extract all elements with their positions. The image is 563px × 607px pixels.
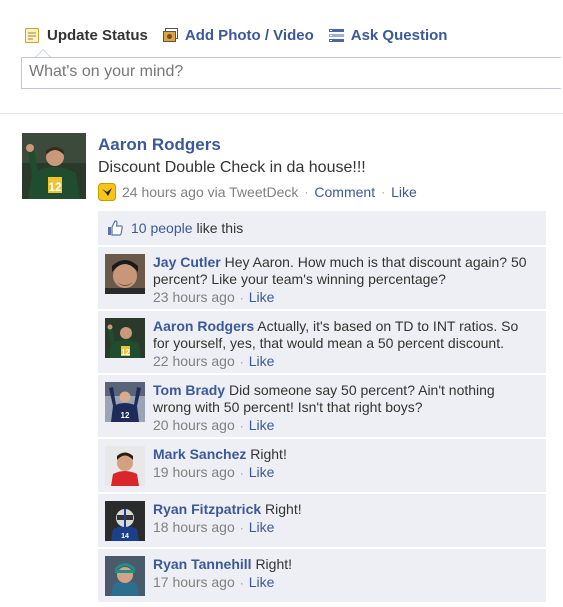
feed-divider xyxy=(0,113,563,114)
separator-dot: · xyxy=(239,576,244,590)
comment-meta: 17 hours ago · Like xyxy=(153,574,533,592)
commenter-avatar[interactable]: 12 xyxy=(105,382,145,422)
feedback-section: 10 people like this Jay Cutler Hey Aaron… xyxy=(98,211,546,604)
thumbs-up-icon xyxy=(106,219,124,237)
tab-update-status-label: Update Status xyxy=(47,26,148,44)
separator-dot: · xyxy=(304,185,309,199)
svg-text:12: 12 xyxy=(121,348,130,357)
comment-item: Mark Sanchez Right! 19 hours ago · Like xyxy=(98,439,546,492)
commenter-avatar[interactable] xyxy=(105,446,145,486)
comment-item: 12 Tom Brady Did someone say 50 percent?… xyxy=(98,375,546,437)
commenter-avatar[interactable]: 14 xyxy=(105,501,145,541)
comment-meta: 18 hours ago · Like xyxy=(153,519,533,537)
commenter-name[interactable]: Ryan Tannehill xyxy=(153,556,252,572)
story-time: 24 hours ago via TweetDeck xyxy=(122,184,299,200)
tab-add-photo-video[interactable]: Add Photo / Video xyxy=(162,27,314,44)
separator-dot: · xyxy=(239,419,244,433)
comment-like-link[interactable]: Like xyxy=(249,353,275,369)
question-icon xyxy=(328,27,345,44)
photo-icon xyxy=(162,27,179,44)
like-summary-text: like this xyxy=(196,220,244,236)
comment-time: 22 hours ago xyxy=(153,353,235,369)
svg-text:12: 12 xyxy=(121,411,130,420)
comment-time: 17 hours ago xyxy=(153,574,235,590)
tab-add-photo-video-label: Add Photo / Video xyxy=(184,26,314,44)
tab-ask-question-label: Ask Question xyxy=(350,26,448,44)
comment-like-link[interactable]: Like xyxy=(249,464,275,480)
separator-dot: · xyxy=(239,291,244,305)
status-icon xyxy=(24,27,41,44)
commenter-name[interactable]: Ryan Fitzpatrick xyxy=(153,501,261,517)
commenter-name[interactable]: Aaron Rodgers xyxy=(153,318,254,334)
tweetdeck-icon xyxy=(98,183,116,201)
story-author-avatar[interactable]: 12 xyxy=(22,133,86,199)
comment-time: 18 hours ago xyxy=(153,519,235,535)
comment-time: 19 hours ago xyxy=(153,464,235,480)
comment-item: 14 Ryan Fitzpatrick Right! 18 hours ago ·… xyxy=(98,494,546,547)
story-author-name[interactable]: Aaron Rodgers xyxy=(98,135,221,155)
like-count-link[interactable]: 10 people xyxy=(131,220,193,236)
composer-pointer xyxy=(35,49,51,57)
comment-like-link[interactable]: Like xyxy=(249,417,275,433)
comment-text: Right! xyxy=(250,446,287,462)
like-summary: 10 people like this xyxy=(98,211,546,245)
separator-dot: · xyxy=(239,355,244,369)
tab-ask-question[interactable]: Ask Question xyxy=(328,26,448,44)
comment-meta: 23 hours ago · Like xyxy=(153,289,533,307)
status-composer[interactable] xyxy=(21,57,561,89)
separator-dot: · xyxy=(381,185,386,199)
comment-like-link[interactable]: Like xyxy=(249,519,275,535)
comment-time: 20 hours ago xyxy=(153,417,235,433)
commenter-avatar[interactable]: 12 xyxy=(105,318,145,358)
story-meta: 24 hours ago via TweetDeck · Comment · L… xyxy=(98,183,417,201)
comment-link[interactable]: Comment xyxy=(314,184,375,200)
svg-text:14: 14 xyxy=(121,533,129,540)
comment-meta: 20 hours ago · Like xyxy=(153,417,533,435)
comment-time: 23 hours ago xyxy=(153,289,235,305)
like-link[interactable]: Like xyxy=(391,184,417,200)
status-input[interactable] xyxy=(29,63,549,81)
comment-item: 12 Aaron Rodgers Actually, it's based on… xyxy=(98,311,546,373)
svg-text:12: 12 xyxy=(48,180,62,194)
comment-like-link[interactable]: Like xyxy=(249,574,275,590)
commenter-name[interactable]: Jay Cutler xyxy=(153,254,221,270)
separator-dot: · xyxy=(239,466,244,480)
comment-like-link[interactable]: Like xyxy=(249,289,275,305)
tab-update-status[interactable]: Update Status xyxy=(24,27,148,44)
comment-item: Ryan Tannehill Right! 17 hours ago · Like xyxy=(98,549,546,602)
comment-item: Jay Cutler Hey Aaron. How much is that d… xyxy=(98,247,546,309)
comment-meta: 22 hours ago · Like xyxy=(153,353,533,371)
commenter-avatar[interactable] xyxy=(105,556,145,596)
commenter-name[interactable]: Tom Brady xyxy=(153,382,225,398)
separator-dot: · xyxy=(239,521,244,535)
composer-tabs: Update Status Add Photo / Video Ask Ques… xyxy=(24,24,461,46)
comment-meta: 19 hours ago · Like xyxy=(153,464,533,482)
story-message: Discount Double Check in da house!!! xyxy=(98,159,366,176)
comment-text: Right! xyxy=(265,501,302,517)
comment-text: Right! xyxy=(255,556,293,572)
commenter-name[interactable]: Mark Sanchez xyxy=(153,446,246,462)
commenter-avatar[interactable] xyxy=(105,254,145,294)
